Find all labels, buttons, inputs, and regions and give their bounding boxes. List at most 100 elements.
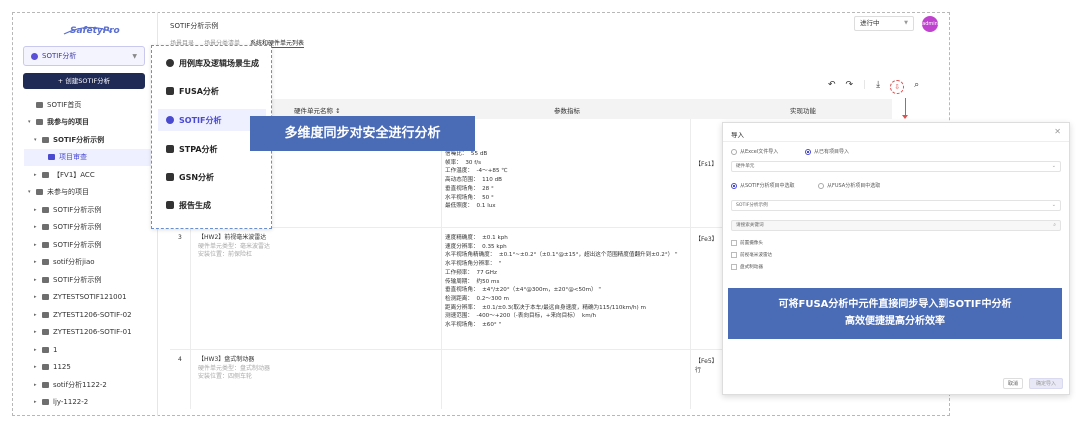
sidebar-item-label: 【FV1】ACC: [53, 170, 95, 179]
radio-from-sotif[interactable]: 从SOTIF分析项目中选取: [731, 182, 795, 189]
status-select[interactable]: 进行中 ▼: [854, 16, 914, 31]
dialog-divider: [723, 141, 1069, 142]
chevron-right-icon[interactable]: ▸: [34, 207, 42, 213]
column-header-function: 实现功能: [790, 107, 816, 115]
unit-type-select[interactable]: 硬件单元 ⌄: [731, 161, 1061, 172]
shield-icon: [166, 116, 174, 124]
row-name-type: 硬件单元类型：毫米波雷达: [198, 242, 271, 250]
project-type-select[interactable]: SOTIF分析 ▼: [23, 46, 145, 66]
sidebar-item[interactable]: ▸ SOTIF分析示例: [24, 236, 158, 254]
checkbox-label: 前视毫米波雷达: [740, 253, 773, 258]
chevron-right-icon[interactable]: ▸: [34, 277, 42, 283]
radio-project-import[interactable]: 从已有项目导入: [805, 148, 849, 155]
sidebar-item[interactable]: ▸ sotif分析jiao: [24, 254, 158, 272]
sidebar-item[interactable]: ▾ 我参与的项目: [24, 114, 158, 132]
radio-icon: [731, 148, 737, 155]
play-circle-icon: [166, 59, 174, 67]
radio-excel-import[interactable]: 从Excel文件导入: [731, 148, 778, 155]
menu-item-report[interactable]: 报告生成: [158, 194, 266, 216]
radio-label: 从FUSA分析项目中选取: [827, 183, 881, 189]
sidebar-item[interactable]: 项目审查: [24, 148, 158, 166]
search-placeholder: 请搜索关键词: [736, 223, 764, 228]
menu-item-label: 用例库及逻辑场景生成: [179, 58, 259, 68]
checkbox-front-camera[interactable]: 前置摄像头: [731, 240, 763, 246]
sidebar-item[interactable]: ▸ SOTIF分析示例: [24, 219, 158, 237]
folder-icon: [42, 241, 49, 248]
chevron-down-icon: ▼: [904, 20, 908, 26]
folder-icon: [42, 136, 49, 143]
menu-item-scene-generation[interactable]: 用例库及逻辑场景生成: [158, 52, 266, 74]
menu-item-fusa[interactable]: FUSA分析: [158, 80, 266, 102]
chevron-right-icon[interactable]: ▸: [34, 347, 42, 353]
row-name-title: 【HW2】前视毫米波雷达: [198, 234, 267, 241]
folder-icon: [42, 294, 49, 301]
import-icon[interactable]: ⇩: [890, 80, 905, 94]
stpa-icon: [166, 145, 174, 153]
sidebar-item[interactable]: ▸ SOTIF分析示例: [24, 201, 158, 219]
checkbox-icon: [731, 252, 737, 258]
sidebar-item[interactable]: ▸ 【FV1】ACC: [24, 166, 158, 184]
create-sotif-button[interactable]: + 创建SOTIF分析: [23, 73, 145, 89]
sidebar-item[interactable]: ▸ ZYTESTSOTIF121001: [24, 289, 158, 307]
row-name-location: 安装位置：四侧车轮: [198, 373, 253, 380]
row-name: 【HW3】盘式制动器 硬件单元类型：盘式制动器 安装位置：四侧车轮: [198, 356, 270, 382]
sidebar-item[interactable]: ▸ 1125: [24, 359, 158, 377]
chevron-down-icon: ⌄: [1051, 163, 1056, 169]
sidebar-item[interactable]: ▾ SOTIF分析示例: [24, 131, 158, 149]
sidebar-item-label: ljy-1122-2: [53, 398, 89, 407]
row-number: 4: [178, 356, 182, 363]
chevron-right-icon[interactable]: ▸: [34, 294, 42, 300]
status-value: 进行中: [860, 19, 880, 27]
confirm-import-button[interactable]: 确定导入: [1029, 378, 1063, 389]
sidebar-item[interactable]: ▸ ZYTEST1206-SOTIF-02: [24, 306, 158, 324]
sidebar-item[interactable]: ▸ 1: [24, 341, 158, 359]
sidebar-item[interactable]: ▸ ljy-1122-2: [24, 394, 158, 412]
menu-item-gsn[interactable]: GSN分析: [158, 166, 266, 188]
chevron-right-icon[interactable]: ▸: [34, 399, 42, 405]
checkbox-disc-brake[interactable]: 盘式制动器: [731, 264, 763, 270]
folder-icon: [36, 119, 43, 126]
sidebar-item[interactable]: SOTIF首页: [24, 96, 158, 114]
avatar[interactable]: admin: [922, 16, 938, 32]
cancel-button[interactable]: 取消: [1003, 378, 1023, 389]
checkbox-front-radar[interactable]: 前视毫米波雷达: [731, 252, 772, 258]
column-header-name[interactable]: 硬件单元名称 ↕: [294, 105, 341, 115]
chevron-down-icon: ▼: [132, 53, 137, 60]
chevron-right-icon[interactable]: ▸: [34, 224, 42, 230]
import-banner-line1: 可将FUSA分析中元件直接同步导入到SOTIF中分析: [778, 299, 1012, 310]
gsn-icon: [166, 173, 174, 181]
source-project-select[interactable]: SOTIF分析示例 ⌄: [731, 200, 1061, 211]
radio-icon: [818, 182, 824, 189]
menu-item-label: 报告生成: [179, 200, 211, 210]
chevron-right-icon[interactable]: ▸: [34, 382, 42, 388]
sidebar: SafetyPro SOTIF分析 ▼ + 创建SOTIF分析 SOTIF首页 ▾…: [12, 12, 158, 416]
sidebar-item[interactable]: ▸ ZYTEST1206-SOTIF-01: [24, 324, 158, 342]
chevron-down-icon[interactable]: ▾: [28, 119, 36, 125]
search-input[interactable]: 请搜索关键词 ⌕: [731, 220, 1061, 231]
sidebar-item[interactable]: ▸ sotif分析1122-2: [24, 376, 158, 394]
sidebar-item[interactable]: ▸ SOTIF分析示例: [24, 271, 158, 289]
sidebar-item-label: SOTIF分析示例: [53, 275, 102, 284]
undo-icon[interactable]: ↶: [828, 80, 836, 94]
dialog-title: 导入: [731, 131, 744, 139]
radio-from-fusa[interactable]: 从FUSA分析项目中选取: [818, 182, 880, 189]
diagram-icon: [166, 87, 174, 95]
chevron-right-icon[interactable]: ▸: [34, 329, 42, 335]
chevron-down-icon[interactable]: ▾: [28, 189, 36, 195]
report-icon: [166, 201, 174, 209]
folder-icon: [42, 346, 49, 353]
search-icon[interactable]: ⌕: [914, 80, 919, 94]
sidebar-item[interactable]: ▾ 未参与的项目: [24, 184, 158, 202]
chevron-down-icon[interactable]: ▾: [34, 137, 42, 143]
chevron-right-icon[interactable]: ▸: [34, 172, 42, 178]
chevron-right-icon[interactable]: ▸: [34, 312, 42, 318]
column-header-params: 参数指标: [554, 107, 580, 115]
download-icon[interactable]: ⤓: [876, 80, 880, 94]
project-type-label: SOTIF分析: [42, 52, 77, 60]
close-icon[interactable]: ✕: [1054, 127, 1061, 136]
chevron-right-icon[interactable]: ▸: [34, 364, 42, 370]
chevron-right-icon[interactable]: ▸: [34, 259, 42, 265]
redo-icon[interactable]: ↷: [846, 80, 854, 94]
folder-icon: [42, 311, 49, 318]
chevron-right-icon[interactable]: ▸: [34, 242, 42, 248]
